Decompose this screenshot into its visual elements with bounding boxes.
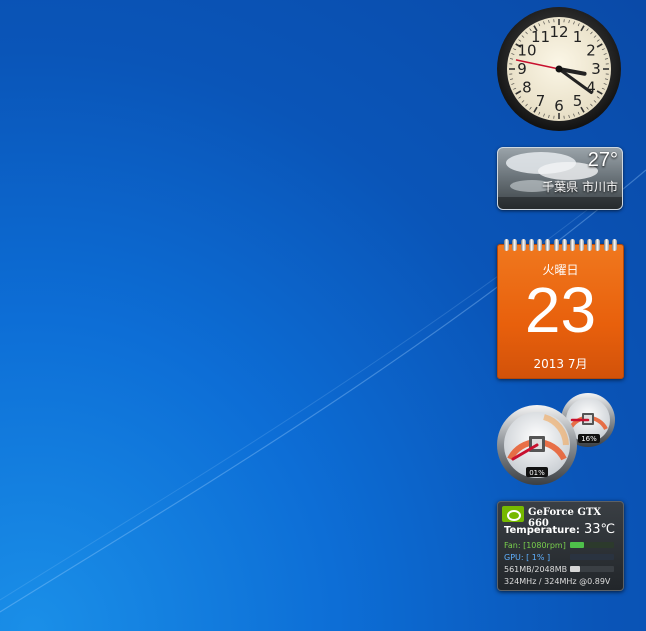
- weather-gadget[interactable]: 27° 千葉県 市川市: [497, 147, 623, 210]
- clock-numeral: 8: [522, 79, 532, 97]
- gpu-usage-bar-track: [570, 554, 614, 560]
- gpu-fan-speed: Fan: [1080rpm]: [504, 541, 566, 550]
- gpu-clocks: 324MHz / 324MHz @0.89V: [504, 577, 611, 586]
- clock-numeral: 6: [554, 97, 564, 115]
- fan-bar-track: [584, 542, 614, 548]
- clock-numeral: 11: [531, 28, 550, 46]
- clock-numeral: 7: [536, 92, 546, 110]
- calendar-gadget[interactable]: 火曜日 23 2013 7月: [497, 239, 624, 379]
- cpu-gauge: 01%: [497, 405, 577, 485]
- clock-numeral: 1: [573, 28, 583, 46]
- gpu-memory: 561MB/2048MB: [504, 565, 568, 574]
- gpu-usage: GPU: [ 1% ]: [504, 553, 551, 562]
- calendar-year-month: 2013 7月: [533, 357, 588, 371]
- weather-location: 千葉県 市川市: [542, 180, 618, 194]
- fan-bar: [570, 542, 584, 548]
- calendar-day: 23: [524, 274, 597, 346]
- weather-temperature: 27°: [587, 149, 618, 171]
- clock-numeral: 3: [591, 60, 601, 78]
- clock-numeral: 5: [573, 92, 583, 110]
- memory-percent: 16%: [581, 435, 597, 443]
- memory-bar-track: [580, 566, 614, 572]
- cpu-percent: 01%: [529, 469, 545, 477]
- clock-gadget[interactable]: 1 2 3 4 5 6 7 8 9 10 11 12: [496, 6, 622, 132]
- clock-numeral: 12: [549, 23, 568, 41]
- gpu-temperature-label: Temperature:: [504, 525, 580, 536]
- clock-numeral: 9: [517, 60, 527, 78]
- memory-bar: [570, 566, 580, 572]
- cpu-meter-gadget[interactable]: 16% 01%: [496, 393, 622, 485]
- clock-numeral: 2: [586, 42, 596, 60]
- clock-face: 1234567891011 12: [497, 7, 621, 131]
- nvidia-logo-icon: [502, 506, 524, 522]
- weather-footer: [498, 197, 622, 209]
- calendar-binding-rings: [504, 239, 617, 251]
- gpu-temperature-value: 33℃: [584, 522, 616, 537]
- gpu-monitor-gadget[interactable]: GeForce GTX 660 Temperature: 33℃ Fan: [1…: [497, 501, 624, 591]
